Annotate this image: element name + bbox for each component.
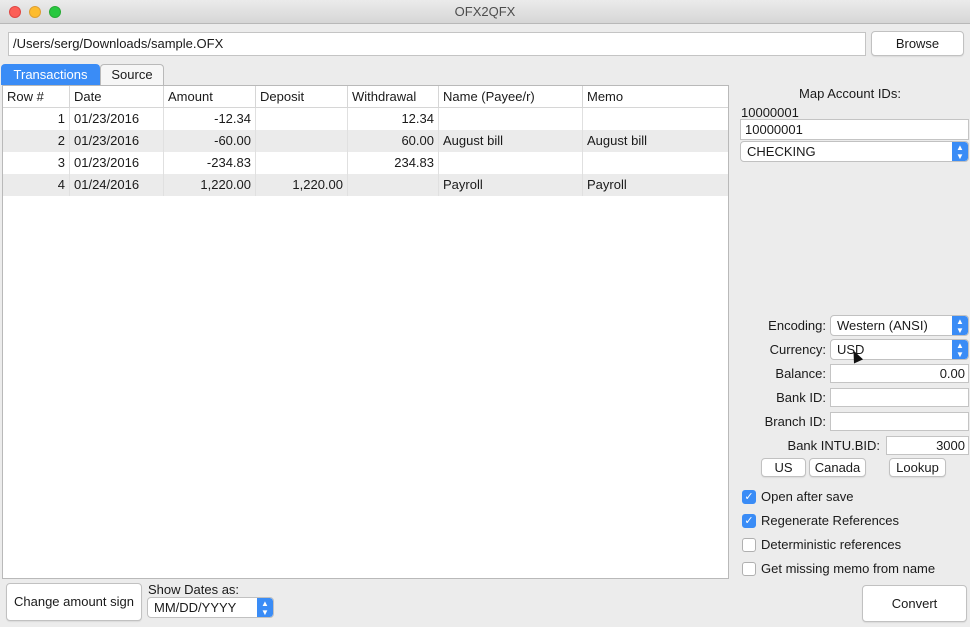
table-row[interactable]: 3 01/23/2016 -234.83 234.83 — [3, 152, 728, 174]
table-header: Row # Date Amount Deposit Withdrawal Nam… — [3, 86, 728, 108]
cell-memo — [583, 108, 728, 130]
column-header-memo[interactable]: Memo — [583, 86, 728, 108]
cell-withdrawal: 12.34 — [348, 108, 439, 130]
cell-row-number: 2 — [3, 130, 70, 152]
cell-withdrawal: 60.00 — [348, 130, 439, 152]
window-title: OFX2QFX — [454, 4, 516, 19]
cell-date: 01/24/2016 — [70, 174, 164, 196]
intu-bid-label: Bank INTU.BID: — [787, 438, 880, 453]
tab-source[interactable]: Source — [100, 64, 164, 85]
date-format-value: MM/DD/YYYY — [154, 600, 237, 615]
cell-row-number: 1 — [3, 108, 70, 130]
column-header-date[interactable]: Date — [70, 86, 164, 108]
account-type-value: CHECKING — [747, 144, 816, 159]
target-account-id-input[interactable]: 10000001 — [740, 119, 969, 140]
cell-name: Payroll — [439, 174, 583, 196]
select-arrows-icon: ▲ ▼ — [952, 316, 968, 335]
checkbox-checked-icon[interactable]: ✓ — [742, 490, 756, 504]
cell-date: 01/23/2016 — [70, 152, 164, 174]
convert-button[interactable]: Convert — [862, 585, 967, 622]
checkbox-unchecked-icon[interactable] — [742, 538, 756, 552]
column-header-withdrawal[interactable]: Withdrawal — [348, 86, 439, 108]
encoding-label: Encoding: — [768, 318, 826, 333]
show-dates-label: Show Dates as: — [148, 582, 240, 597]
select-arrows-icon: ▲ ▼ — [257, 598, 273, 617]
select-arrows-icon: ▲ ▼ — [952, 142, 968, 161]
canada-button[interactable]: Canada — [809, 458, 866, 477]
branch-id-label: Branch ID: — [764, 414, 826, 429]
cell-amount: -60.00 — [164, 130, 256, 152]
bank-id-label: Bank ID: — [776, 390, 826, 405]
cell-row-number: 4 — [3, 174, 70, 196]
cell-amount: 1,220.00 — [164, 174, 256, 196]
map-account-title: Map Account IDs: — [799, 86, 901, 101]
date-format-select[interactable]: MM/DD/YYYY ▲ ▼ — [147, 597, 274, 618]
source-account-id: 10000001 — [741, 105, 799, 120]
file-path-input[interactable]: /Users/serg/Downloads/sample.OFX — [8, 32, 866, 56]
bank-id-input[interactable] — [830, 388, 969, 407]
encoding-value: Western (ANSI) — [837, 318, 928, 333]
select-arrows-icon: ▲ ▼ — [952, 340, 968, 359]
column-header-row[interactable]: Row # — [3, 86, 70, 108]
cell-name: August bill — [439, 130, 583, 152]
balance-label: Balance: — [775, 366, 826, 381]
cell-deposit — [256, 130, 348, 152]
cell-deposit — [256, 108, 348, 130]
cell-row-number: 3 — [3, 152, 70, 174]
cell-deposit: 1,220.00 — [256, 174, 348, 196]
branch-id-input[interactable] — [830, 412, 969, 431]
title-bar: OFX2QFX — [0, 0, 970, 24]
table-row[interactable]: 1 01/23/2016 -12.34 12.34 — [3, 108, 728, 130]
table-row[interactable]: 4 01/24/2016 1,220.00 1,220.00 Payroll P… — [3, 174, 728, 196]
cell-memo: August bill — [587, 133, 647, 148]
table-row[interactable]: 2 01/23/2016 -60.00 60.00 August bill Au… — [3, 130, 728, 152]
us-button[interactable]: US — [761, 458, 806, 477]
column-header-name[interactable]: Name (Payee/r) — [439, 86, 583, 108]
lookup-button[interactable]: Lookup — [889, 458, 946, 477]
encoding-select[interactable]: Western (ANSI) ▲ ▼ — [830, 315, 969, 336]
cell-date: 01/23/2016 — [70, 108, 164, 130]
cell-withdrawal — [348, 174, 439, 196]
transactions-table[interactable]: Row # Date Amount Deposit Withdrawal Nam… — [2, 85, 729, 579]
currency-label: Currency: — [769, 342, 826, 357]
cell-amount: -12.34 — [164, 108, 256, 130]
column-header-amount[interactable]: Amount — [164, 86, 256, 108]
browse-button[interactable]: Browse — [871, 31, 964, 56]
account-type-select[interactable]: CHECKING ▲ ▼ — [740, 141, 969, 162]
cell-name — [439, 108, 583, 130]
deterministic-references-label: Deterministic references — [761, 537, 902, 552]
change-amount-sign-button[interactable]: Change amount sign — [6, 583, 142, 621]
cell-date: 01/23/2016 — [70, 130, 164, 152]
balance-input[interactable]: 0.00 — [830, 364, 969, 383]
cell-withdrawal: 234.83 — [348, 152, 439, 174]
column-header-deposit[interactable]: Deposit — [256, 86, 348, 108]
cell-memo: Payroll — [587, 177, 627, 192]
cell-deposit — [256, 152, 348, 174]
cell-name — [439, 152, 583, 174]
tab-transactions[interactable]: Transactions — [1, 64, 100, 85]
cell-amount: -234.83 — [164, 152, 256, 174]
intu-bid-input[interactable]: 3000 — [886, 436, 969, 455]
missing-memo-label: Get missing memo from name — [761, 561, 936, 576]
cell-memo — [583, 152, 728, 174]
regenerate-references-label: Regenerate References — [761, 513, 900, 528]
checkbox-checked-icon[interactable]: ✓ — [742, 514, 756, 528]
open-after-save-label: Open after save — [761, 489, 854, 504]
checkbox-unchecked-icon[interactable] — [742, 562, 756, 576]
